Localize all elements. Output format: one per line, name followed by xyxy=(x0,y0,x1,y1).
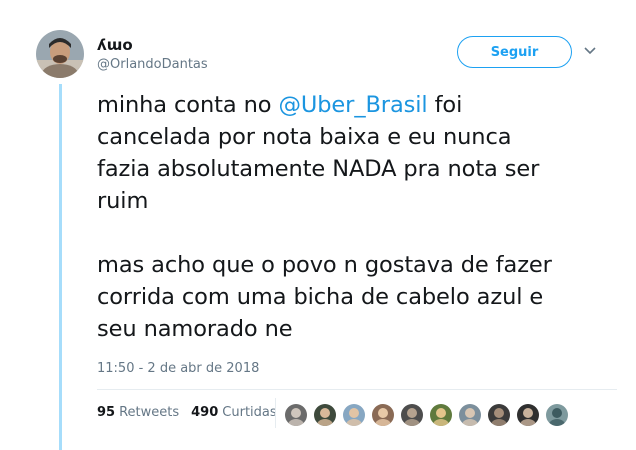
display-name[interactable]: ʎɯo xyxy=(97,36,133,54)
likers-avatars xyxy=(284,403,574,427)
divider xyxy=(97,389,617,390)
tweet-paragraph-1: minha conta no @Uber_Brasil foi cancelad… xyxy=(97,89,617,217)
liker-avatar[interactable] xyxy=(371,403,395,427)
liker-avatar[interactable] xyxy=(400,403,424,427)
username[interactable]: @OrlandoDantas xyxy=(97,57,208,72)
liker-avatar[interactable] xyxy=(516,403,540,427)
likes-stat[interactable]: 490 Curtidas xyxy=(191,405,277,420)
tweet-paragraph-2: mas acho que o povo n gostava de fazer c… xyxy=(97,252,552,342)
tweet-text-prefix: minha conta no xyxy=(97,92,279,118)
likes-label: Curtidas xyxy=(222,405,277,420)
stats-separator xyxy=(275,398,276,428)
liker-avatar[interactable] xyxy=(458,403,482,427)
timestamp[interactable]: 11:50 - 2 de abr de 2018 xyxy=(97,361,259,376)
liker-avatar[interactable] xyxy=(487,403,511,427)
retweets-label: Retweets xyxy=(119,405,180,420)
likes-count: 490 xyxy=(191,405,219,420)
follow-button[interactable]: Seguir xyxy=(457,36,572,68)
liker-avatar[interactable] xyxy=(284,403,308,427)
tweet-stats: 95 Retweets 490 Curtidas xyxy=(97,405,289,420)
mention-link[interactable]: @Uber_Brasil xyxy=(278,92,427,118)
tweet-text: minha conta no @Uber_Brasil foi cancelad… xyxy=(97,89,617,345)
liker-avatar[interactable] xyxy=(342,403,366,427)
thread-line xyxy=(59,84,62,450)
liker-avatar[interactable] xyxy=(429,403,453,427)
retweets-count: 95 xyxy=(97,405,116,420)
liker-avatar[interactable] xyxy=(313,403,337,427)
liker-avatar[interactable] xyxy=(545,403,569,427)
avatar[interactable] xyxy=(36,30,84,78)
retweets-stat[interactable]: 95 Retweets xyxy=(97,405,179,420)
chevron-down-icon[interactable] xyxy=(582,45,598,57)
